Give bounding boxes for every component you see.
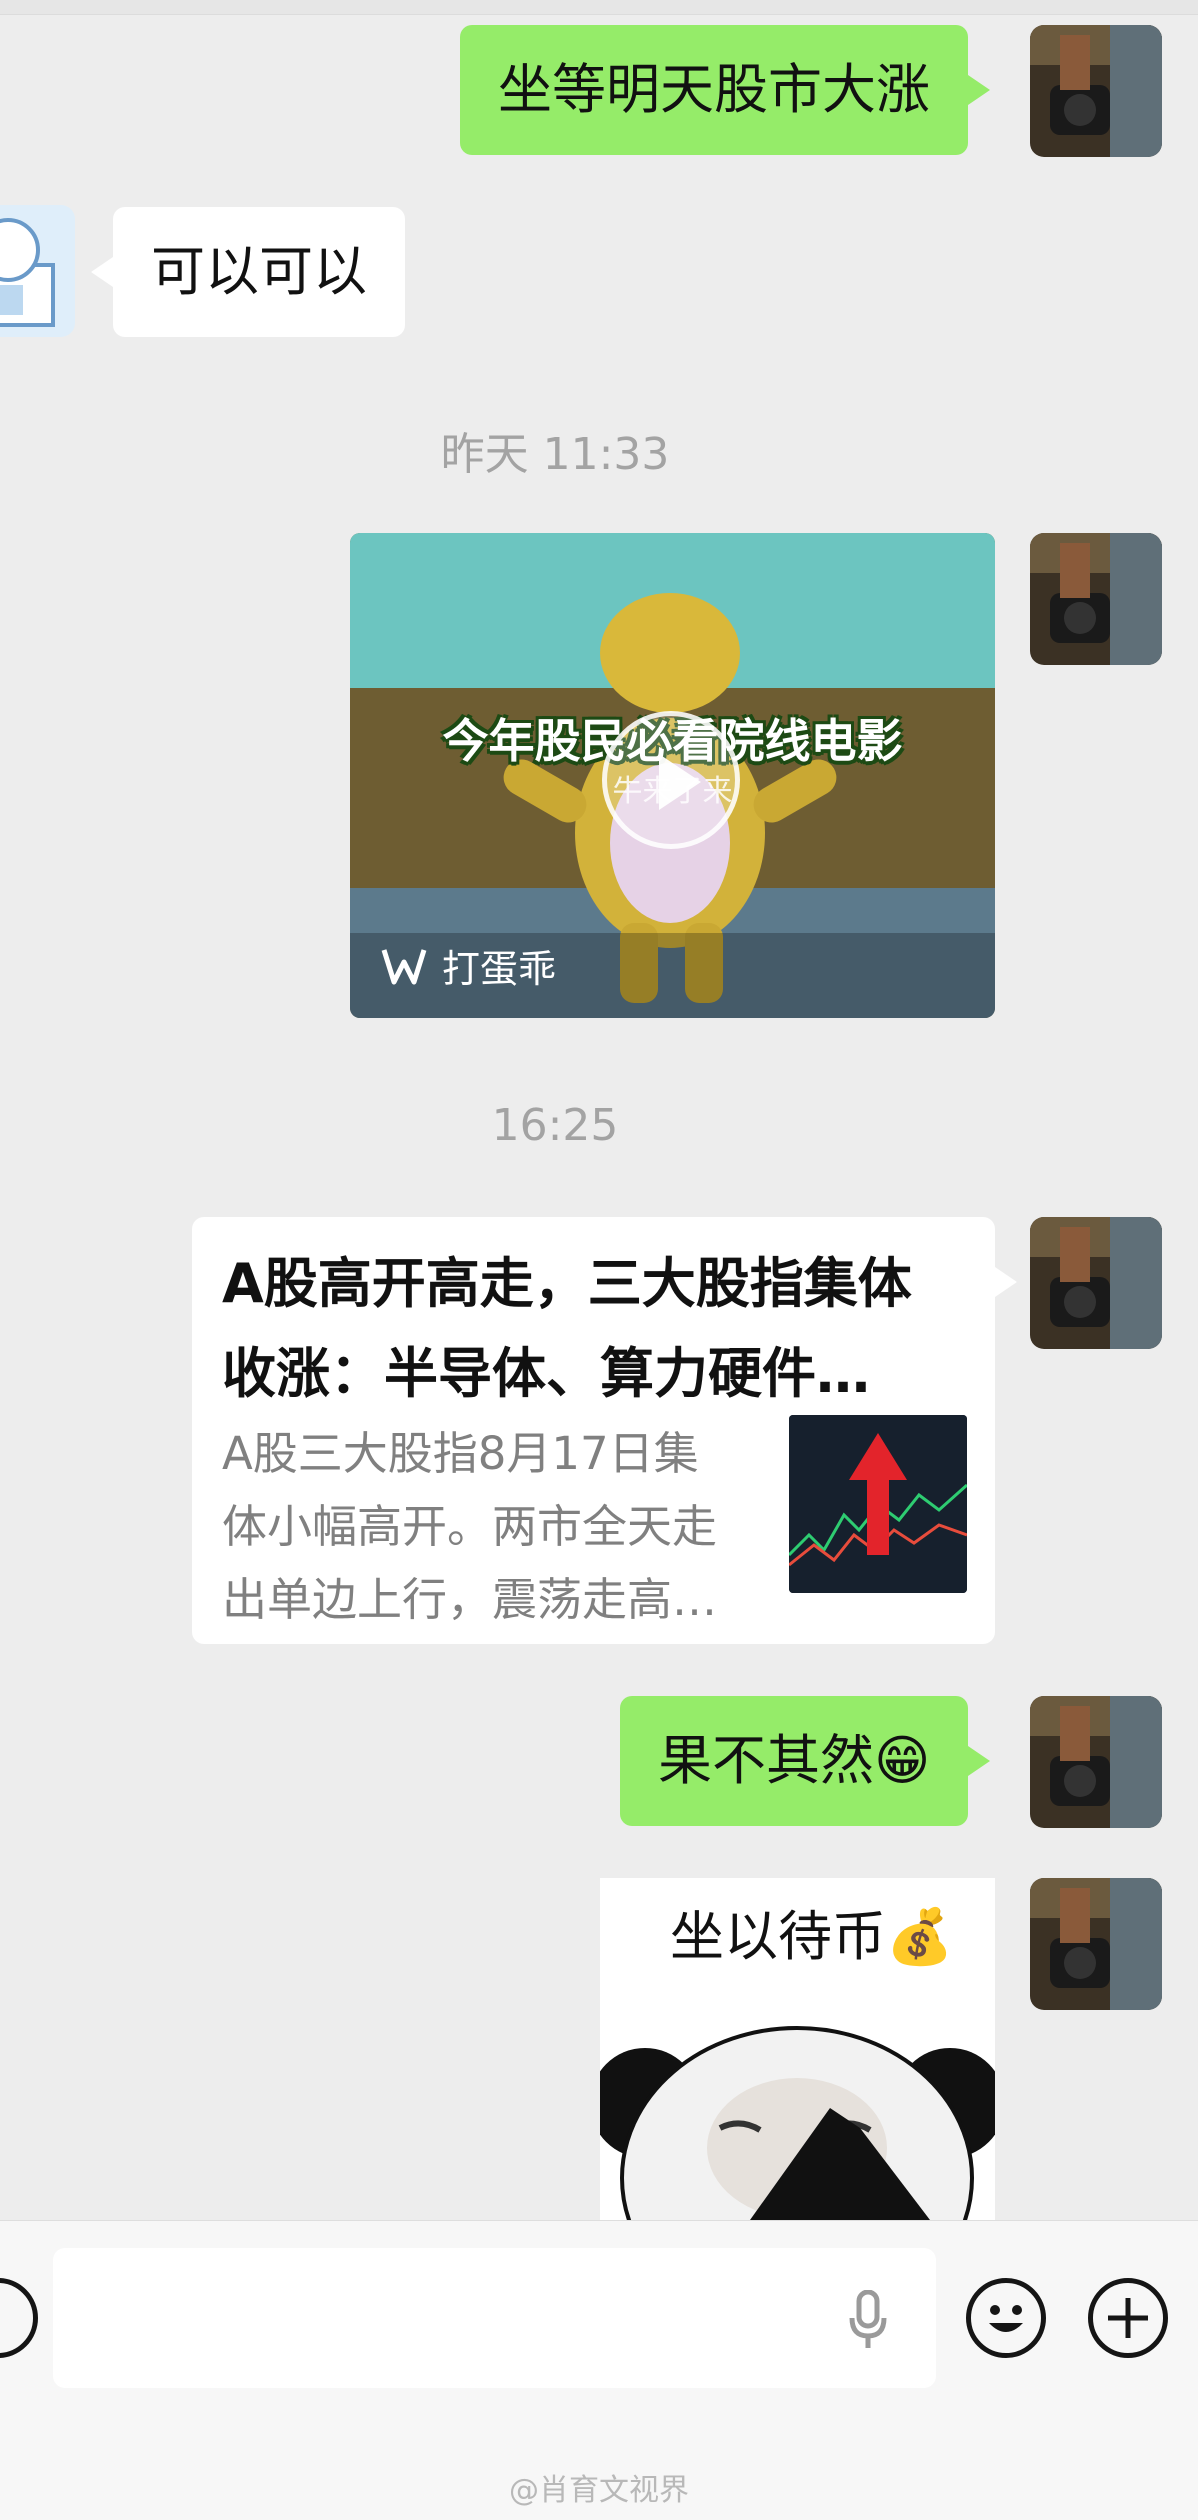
stock-chart-image [789, 1415, 967, 1593]
sticker-message[interactable]: 坐以待币💰 [600, 1878, 995, 2220]
self-avatar[interactable] [1030, 1217, 1162, 1349]
avatar-image [1030, 25, 1162, 157]
avatar-image [1030, 1878, 1162, 2010]
bubble-tail [91, 257, 113, 287]
video-source-label: 打蛋乖 [442, 947, 557, 991]
timestamp: 16:25 [491, 1100, 619, 1151]
smiley-icon[interactable] [966, 2278, 1046, 2358]
link-desc-line1: A股三大股指8月17日集 [222, 1427, 699, 1480]
sticker-caption: 坐以待币💰 [670, 1892, 953, 1971]
message-text: 可以可以 [151, 240, 367, 303]
video-message-card[interactable]: 今年股民必看院线电影 牛来了来 打蛋乖 [350, 533, 995, 1018]
plus-icon[interactable] [1088, 2278, 1168, 2358]
microphone-icon[interactable] [848, 2289, 888, 2350]
brand-logo-icon [381, 948, 427, 984]
money-bag-icon: 💰 [886, 1905, 954, 1968]
message-text: 果不其然 [658, 1729, 874, 1792]
play-icon[interactable] [602, 711, 740, 849]
self-avatar[interactable] [1030, 25, 1162, 157]
sent-message-bubble[interactable]: 果不其然😁 [620, 1696, 991, 1826]
contact-avatar[interactable] [0, 205, 75, 337]
link-desc-line2: 体小幅高开。两市全天走 [222, 1500, 718, 1553]
self-avatar[interactable] [1030, 1878, 1162, 2010]
sticker-caption-text: 坐以待币 [670, 1905, 886, 1968]
bubble-tail [968, 1746, 991, 1776]
link-title-line2: 收涨：半导体、算力硬件… [222, 1342, 870, 1405]
bubble-tail [995, 1267, 1017, 1297]
timestamp: 昨天 11:33 [440, 429, 670, 480]
sent-message-bubble[interactable]: 坐等明天股市大涨 [460, 25, 990, 155]
watermark: @肖育文视界 [509, 2473, 689, 2508]
avatar-image [1030, 1217, 1162, 1349]
avatar-image [1030, 1696, 1162, 1828]
link-description: A股三大股指8月17日集 体小幅高开。两市全天走 出单边上行，震荡走高… [222, 1417, 732, 1636]
link-title-line1: A股高开高走，三大股指集体 [222, 1252, 912, 1315]
avatar-image [1030, 533, 1162, 665]
top-divider [0, 0, 1198, 15]
self-avatar[interactable] [1030, 1696, 1162, 1828]
link-thumbnail [789, 1415, 967, 1593]
message-input[interactable] [53, 2248, 936, 2388]
bubble-tail [968, 75, 990, 105]
link-desc-line3: 出单边上行，震荡走高… [222, 1573, 718, 1626]
received-message-bubble[interactable]: 可以可以 [91, 207, 405, 337]
link-share-card[interactable]: A股高开高走，三大股指集体 收涨：半导体、算力硬件… A股三大股指8月17日集 … [192, 1217, 1017, 1644]
self-avatar[interactable] [1030, 533, 1162, 665]
video-source[interactable]: 打蛋乖 [380, 938, 556, 993]
message-text: 坐等明天股市大涨 [498, 58, 930, 121]
grin-emoji-icon: 😁 [874, 1729, 931, 1792]
avatar-image [0, 205, 75, 337]
